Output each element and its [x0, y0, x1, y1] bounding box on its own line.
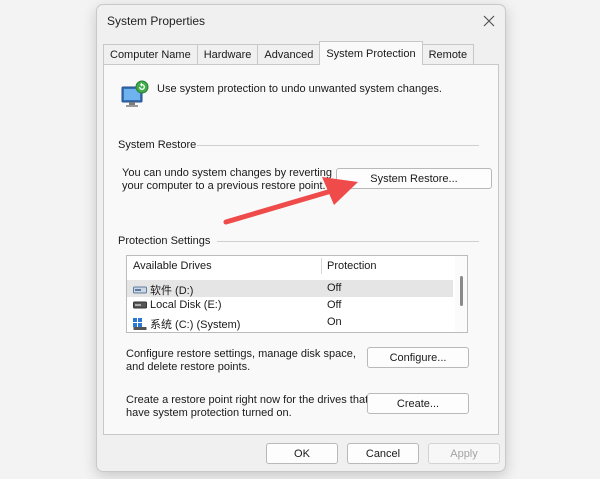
protection-settings-group-label: Protection Settings [118, 235, 217, 248]
tab-advanced[interactable]: Advanced [257, 44, 321, 65]
close-icon [483, 15, 495, 27]
drive-name-cell: 系统 (C:) (System) [133, 316, 240, 332]
configure-button[interactable]: Configure... [367, 347, 469, 368]
intro-text: Use system protection to undo unwanted s… [157, 83, 442, 95]
configure-desc-line2: and delete restore points. [126, 361, 251, 373]
table-row[interactable]: 软件 (D:) Off [127, 280, 453, 297]
tab-strip: Computer Name Hardware Advanced System P… [103, 41, 475, 65]
system-restore-button[interactable]: System Restore... [336, 168, 492, 189]
system-protection-icon [120, 79, 150, 112]
close-button[interactable] [479, 11, 499, 31]
drive-icon [133, 286, 147, 294]
configure-desc-line1: Configure restore settings, manage disk … [126, 348, 356, 360]
cancel-button-label: Cancel [365, 447, 401, 460]
table-row[interactable]: 系统 (C:) (System) On [127, 314, 453, 331]
tab-label: Computer Name [110, 49, 191, 61]
dialog-footer: OK Cancel Apply [97, 435, 505, 471]
create-desc-line2: have system protection turned on. [126, 407, 292, 419]
ok-button[interactable]: OK [266, 443, 338, 464]
divider [197, 145, 479, 146]
scrollbar[interactable] [455, 256, 467, 332]
apply-button[interactable]: Apply [428, 443, 500, 464]
column-header-available-drives[interactable]: Available Drives [127, 256, 321, 276]
tab-computer-name[interactable]: Computer Name [103, 44, 198, 65]
cancel-button[interactable]: Cancel [347, 443, 419, 464]
apply-button-label: Apply [450, 447, 478, 460]
drive-icon [133, 301, 147, 309]
configure-button-label: Configure... [389, 351, 447, 364]
system-properties-dialog: System Properties Computer Name Hardware… [96, 4, 506, 472]
protection-status: On [327, 316, 342, 328]
tab-remote[interactable]: Remote [421, 44, 475, 65]
scrollbar-thumb[interactable] [460, 276, 463, 306]
system-restore-group-label: System Restore [118, 139, 203, 152]
table-row[interactable]: Local Disk (E:) Off [127, 297, 453, 314]
column-header-protection[interactable]: Protection [321, 256, 451, 276]
create-button[interactable]: Create... [367, 393, 469, 414]
title-bar: System Properties [97, 5, 505, 37]
window-title: System Properties [107, 14, 206, 28]
tab-system-protection[interactable]: System Protection [319, 41, 423, 65]
restore-desc-line2: your computer to a previous restore poin… [122, 180, 326, 192]
system-protection-panel: Use system protection to undo unwanted s… [103, 64, 499, 435]
drive-name-cell: 软件 (D:) [133, 282, 193, 298]
create-desc-line1: Create a restore point right now for the… [126, 394, 369, 406]
drive-name: Local Disk (E:) [150, 299, 222, 311]
protection-status: Off [327, 299, 342, 311]
tab-label: Advanced [264, 49, 314, 61]
drives-table: Available Drives Protection 软件 (D:) Off … [126, 255, 468, 333]
system-drive-icon [133, 318, 147, 330]
drive-name: 系统 (C:) (System) [150, 319, 241, 331]
system-restore-button-label: System Restore... [370, 172, 458, 185]
drive-name: 软件 (D:) [150, 285, 194, 297]
tab-label: Hardware [203, 49, 252, 61]
restore-desc-line1: You can undo system changes by reverting [122, 167, 332, 179]
drive-name-cell: Local Disk (E:) [133, 299, 222, 311]
tab-label: Remote [428, 49, 468, 61]
tab-label: System Protection [326, 47, 416, 60]
create-button-label: Create... [396, 397, 440, 410]
protection-status: Off [327, 282, 342, 294]
divider [217, 241, 479, 242]
ok-button-label: OK [294, 447, 310, 460]
tab-hardware[interactable]: Hardware [196, 44, 259, 65]
